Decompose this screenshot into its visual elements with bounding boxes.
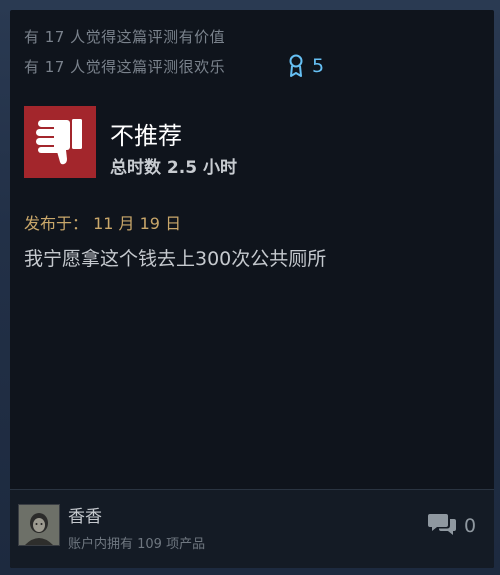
review-body: 我宁愿拿这个钱去上300次公共厕所 — [24, 248, 327, 270]
products-owned: 账户内拥有 109 项产品 — [68, 537, 206, 552]
posted-date: 发布于： 11 月 19 日 — [24, 214, 182, 233]
avatar[interactable] — [18, 504, 60, 546]
helpful-count-text: 有 17 人觉得这篇评测有价值 — [24, 28, 226, 46]
thumbs-down-badge — [24, 106, 96, 178]
author-footer: 香香 账户内拥有 109 项产品 0 — [10, 490, 494, 568]
award-badge[interactable]: 5 — [288, 54, 324, 78]
award-count: 5 — [312, 55, 325, 77]
hours-on-record: 总时数 2.5 小时 — [110, 158, 237, 178]
author-name[interactable]: 香香 — [68, 502, 102, 527]
review-card: 有 17 人觉得这篇评测有价值 有 17 人觉得这篇评测很欢乐 5 不推荐 总时… — [10, 10, 494, 568]
funny-count-text: 有 17 人觉得这篇评测很欢乐 — [24, 58, 226, 76]
thumbs-down-icon — [34, 114, 86, 170]
page-frame: 有 17 人觉得这篇评测有价值 有 17 人觉得这篇评测很欢乐 5 不推荐 总时… — [0, 0, 500, 575]
comment-bubbles-icon — [428, 512, 456, 540]
award-ribbon-icon — [288, 54, 304, 78]
comment-count: 0 — [464, 515, 477, 537]
verdict-label: 不推荐 — [110, 122, 182, 150]
comments-button[interactable]: 0 — [428, 512, 476, 540]
